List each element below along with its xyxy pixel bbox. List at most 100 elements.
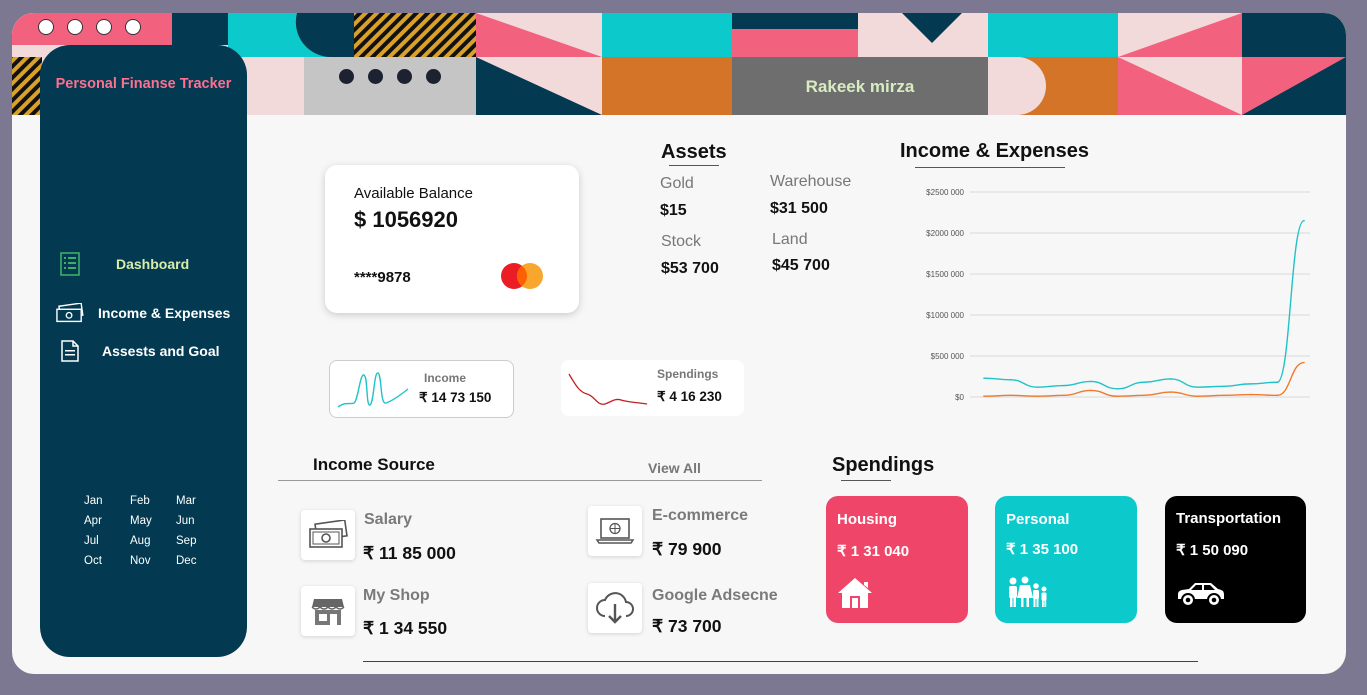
chart-y-tick-label: $1000 000 <box>926 311 964 320</box>
house-icon <box>838 578 872 608</box>
income-source-value: ₹ 1 34 550 <box>363 618 448 638</box>
chart-point <box>1036 386 1039 388</box>
chart-point <box>1143 381 1145 384</box>
month-mar[interactable]: Mar <box>170 495 216 507</box>
spending-value: ₹ 1 35 100 <box>1006 541 1079 558</box>
income-source-label: Google Adsecne <box>652 587 778 604</box>
assets-title: Assets <box>661 141 727 163</box>
income-source-title: Income Source <box>313 455 435 474</box>
income-source-value: ₹ 11 85 000 <box>363 543 456 563</box>
spendings-summary-label: Spendings <box>657 367 719 381</box>
income-expenses-chart: $0 $500 000 $1000 000 $1500 000 $2000 000 $25… <box>926 188 1310 402</box>
chart-point <box>1009 378 1012 381</box>
chart-point <box>1249 393 1252 396</box>
income-source-label: Salary <box>364 511 413 528</box>
spendings-underline <box>841 480 891 481</box>
spendings-summary-value: ₹ 4 16 230 <box>657 389 722 404</box>
spending-tile-personal[interactable]: Personal ₹ 1 35 100 <box>995 496 1137 623</box>
mastercard-icon <box>501 263 543 289</box>
spendings-title: Spendings <box>832 454 935 476</box>
card-number: ****9878 <box>354 269 411 286</box>
spending-label: Transportation <box>1176 510 1282 527</box>
chart-point <box>1276 381 1279 384</box>
nav-assets-goal[interactable]: Assests and Goal <box>56 339 220 363</box>
spendings-summary-card[interactable]: Spendings ₹ 4 16 230 <box>561 360 744 416</box>
spending-value: ₹ 1 50 090 <box>1176 542 1249 559</box>
chart-title: Income & Expenses <box>900 140 1089 162</box>
month-oct[interactable]: Oct <box>78 555 124 567</box>
month-feb[interactable]: Feb <box>124 495 170 507</box>
spending-label: Housing <box>837 511 897 528</box>
chart-point <box>1249 383 1252 385</box>
cash-icon <box>301 510 355 560</box>
month-nov[interactable]: Nov <box>124 555 170 567</box>
chart-point <box>983 377 985 379</box>
month-dec[interactable]: Dec <box>170 555 216 567</box>
spending-tile-housing[interactable]: Housing ₹ 1 31 040 <box>826 496 968 623</box>
sidebar: Personal Finanse Tracker Dashboard Incom… <box>40 45 247 657</box>
view-all-link[interactable]: View All <box>648 460 701 476</box>
chart-y-tick-label: $500 000 <box>931 352 965 361</box>
chart-point <box>1089 380 1092 383</box>
asset-gold-value: $15 <box>660 202 687 219</box>
window-dot[interactable] <box>96 19 112 35</box>
nav-label: Dashboard <box>116 256 190 272</box>
income-source-value: ₹ 79 900 <box>652 539 722 559</box>
income-source-label: E-commerce <box>652 507 749 524</box>
asset-stock-value: $53 700 <box>661 260 719 277</box>
chart-point <box>1143 394 1145 397</box>
car-icon <box>1178 583 1224 607</box>
balance-card[interactable]: Available Balance $ 1056920 ****9878 <box>325 165 579 313</box>
nav-label: Assests and Goal <box>102 343 220 359</box>
window-dot[interactable] <box>38 19 54 35</box>
month-apr[interactable]: Apr <box>78 515 124 527</box>
assets-underline <box>669 165 719 166</box>
chart-y-tick-label: $2000 000 <box>926 229 964 238</box>
chart-point <box>1116 388 1119 390</box>
shop-icon <box>301 586 355 636</box>
chart-point <box>1223 394 1225 397</box>
month-aug[interactable]: Aug <box>124 535 170 547</box>
month-jul[interactable]: Jul <box>78 535 124 547</box>
income-sparkline <box>337 372 409 408</box>
spending-tile-transportation[interactable]: Transportation ₹ 1 50 090 <box>1165 496 1306 623</box>
income-summary-value: ₹ 14 73 150 <box>419 390 492 405</box>
month-jan[interactable]: Jan <box>78 495 124 507</box>
month-may[interactable]: May <box>124 515 170 527</box>
list-icon <box>56 252 84 276</box>
chart-y-tick-label: $2500 000 <box>926 188 964 197</box>
cloud-download-icon <box>588 583 642 633</box>
chart-point <box>1009 394 1012 397</box>
chart-point <box>1169 378 1172 380</box>
chart-point <box>1196 395 1199 397</box>
chart-point <box>1089 389 1092 392</box>
app-title: Personal Finanse Tracker <box>55 76 232 92</box>
asset-stock-label: Stock <box>661 233 702 250</box>
month-jun[interactable]: Jun <box>170 515 216 527</box>
month-filter: Jan Feb Mar Apr May Jun Jul Aug Sep Oct … <box>78 495 216 567</box>
window-controls <box>38 19 141 35</box>
window-dot[interactable] <box>125 19 141 35</box>
income-summary-card[interactable]: Income ₹ 14 73 150 <box>329 360 514 418</box>
chart-point <box>1223 385 1225 388</box>
chart-point <box>1063 384 1065 387</box>
balance-value: $ 1056920 <box>354 207 458 232</box>
chart-title-underline <box>915 167 1065 168</box>
chart-point <box>1169 391 1172 393</box>
asset-gold-label: Gold <box>660 175 694 192</box>
chart-point <box>1116 395 1119 397</box>
chart-point <box>983 395 985 397</box>
chart-point <box>1036 395 1039 397</box>
cash-icon <box>56 301 84 325</box>
window-dot[interactable] <box>67 19 83 35</box>
spending-label: Personal <box>1006 511 1070 528</box>
nav-income-expenses[interactable]: Income & Expenses <box>56 301 230 325</box>
chart-y-tick-label: $1500 000 <box>926 270 964 279</box>
chart-point <box>1303 219 1305 222</box>
income-source-label: My Shop <box>363 587 430 604</box>
income-summary-label: Income <box>424 371 467 385</box>
nav-label: Income & Expenses <box>98 305 231 321</box>
month-sep[interactable]: Sep <box>170 535 216 547</box>
nav-dashboard[interactable]: Dashboard <box>56 252 189 276</box>
more-dots <box>339 69 441 84</box>
